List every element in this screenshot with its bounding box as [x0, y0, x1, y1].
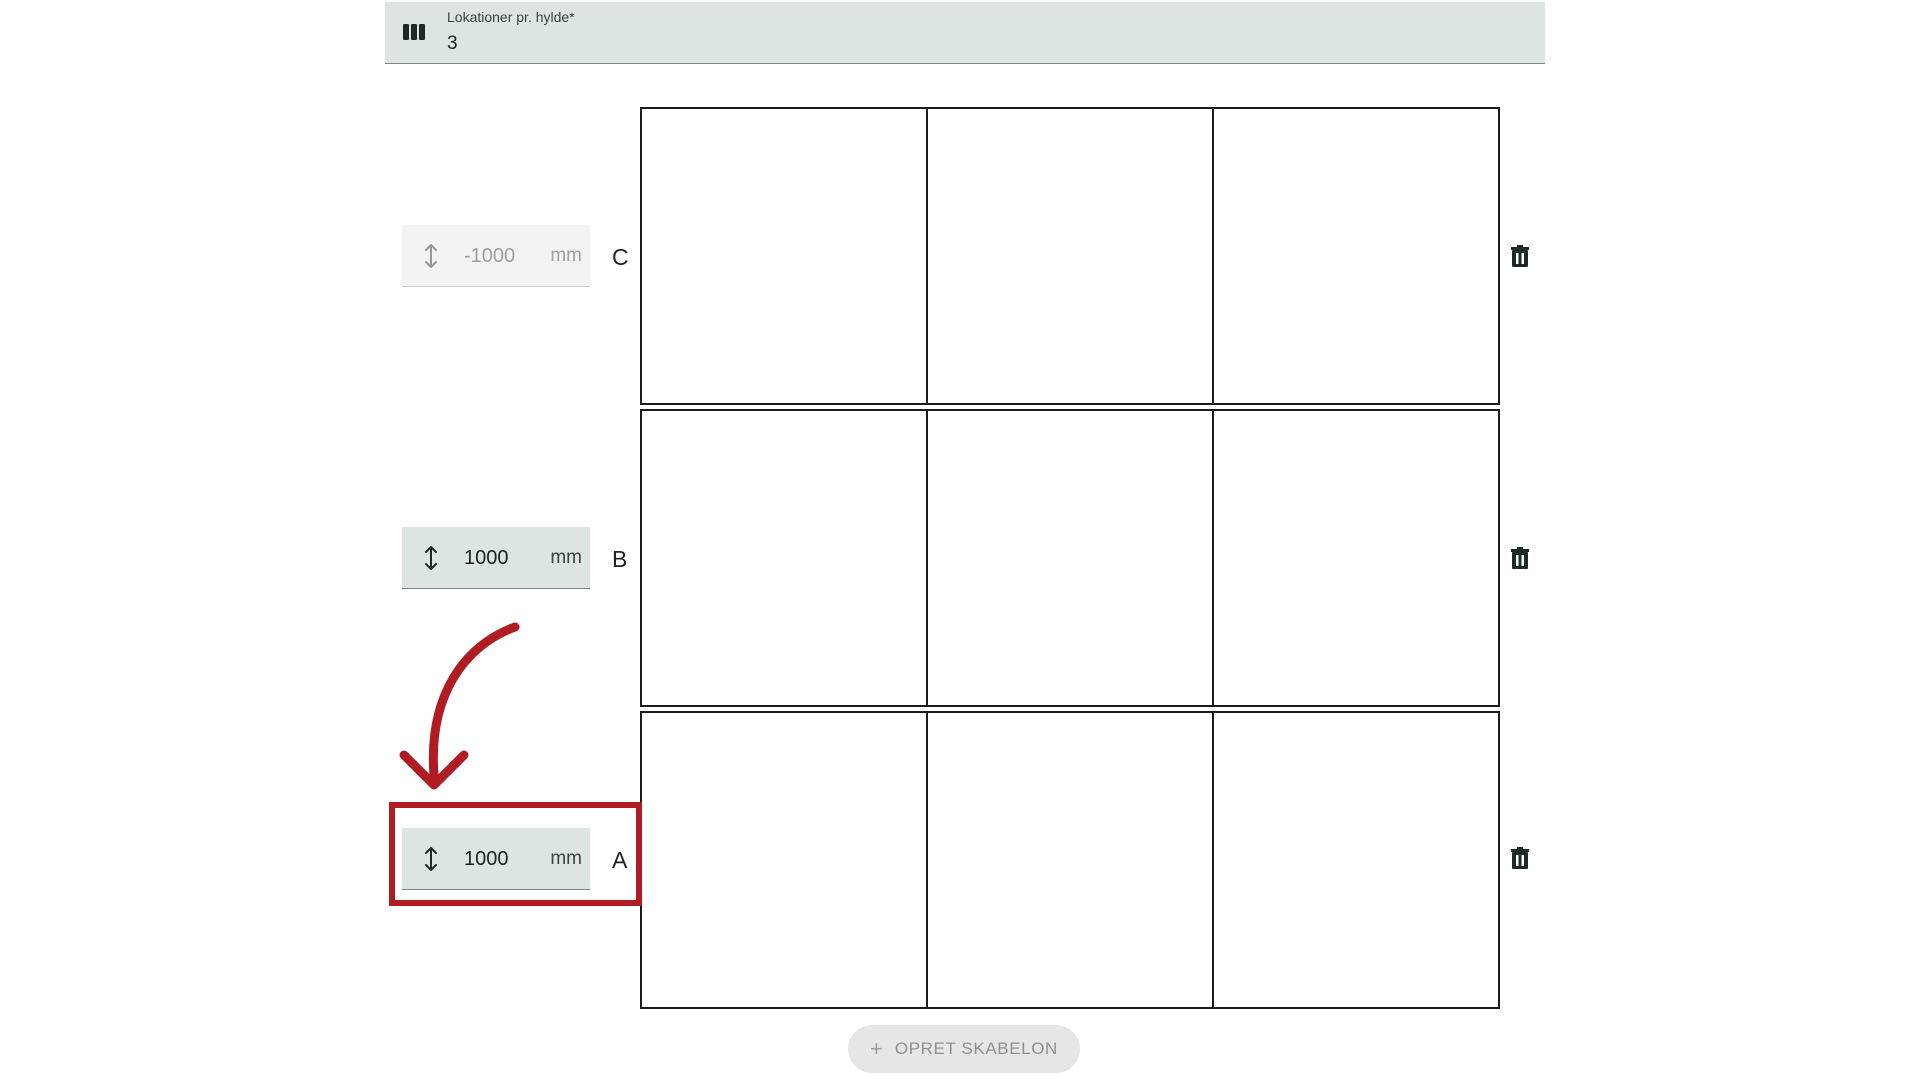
- row-a-height-input[interactable]: 1000 mm: [402, 828, 590, 890]
- shelf-cell[interactable]: [642, 411, 928, 705]
- shelf-row-a: [640, 711, 1500, 1009]
- shelf-cell[interactable]: [1214, 109, 1498, 403]
- shelf-row-c: [640, 107, 1500, 405]
- height-unit: mm: [550, 547, 582, 568]
- shelf-template-editor: Lokationer pr. hylde* 3 -1000 mm C 1000 …: [0, 0, 1920, 1080]
- trash-icon[interactable]: [1510, 245, 1530, 267]
- height-value[interactable]: -1000: [464, 245, 515, 268]
- row-label-b: B: [612, 546, 628, 572]
- shelf-cell[interactable]: [928, 713, 1214, 1007]
- shelf-row-b: [640, 409, 1500, 707]
- shelf-cell[interactable]: [1214, 713, 1498, 1007]
- row-label-c: C: [612, 244, 629, 270]
- vertical-resize-icon: [425, 847, 437, 871]
- row-c-height-input[interactable]: -1000 mm: [402, 225, 590, 287]
- height-unit: mm: [550, 245, 582, 266]
- field-value[interactable]: 3: [447, 33, 458, 55]
- shelf-cell[interactable]: [1214, 411, 1498, 705]
- row-b-height-input[interactable]: 1000 mm: [402, 527, 590, 589]
- view-columns-icon: [403, 24, 425, 40]
- row-label-a: A: [612, 847, 628, 873]
- vertical-resize-icon: [425, 244, 437, 268]
- create-template-label: OPRET SKABELON: [894, 1039, 1058, 1058]
- shelf-cell[interactable]: [642, 713, 928, 1007]
- shelf-cell[interactable]: [928, 109, 1214, 403]
- locations-per-shelf-field[interactable]: Lokationer pr. hylde* 3: [385, 2, 1545, 64]
- vertical-resize-icon: [425, 546, 437, 570]
- height-value[interactable]: 1000: [464, 848, 509, 871]
- height-unit: mm: [550, 848, 582, 869]
- plus-icon: +: [870, 1036, 883, 1061]
- create-template-button[interactable]: + OPRET SKABELON: [848, 1025, 1080, 1073]
- shelf-cell[interactable]: [928, 411, 1214, 705]
- height-value[interactable]: 1000: [464, 547, 509, 570]
- annotation-arrow: [399, 622, 520, 790]
- trash-icon[interactable]: [1510, 847, 1530, 869]
- field-label: Lokationer pr. hylde*: [447, 9, 575, 25]
- trash-icon[interactable]: [1510, 547, 1530, 569]
- shelf-cell[interactable]: [642, 109, 928, 403]
